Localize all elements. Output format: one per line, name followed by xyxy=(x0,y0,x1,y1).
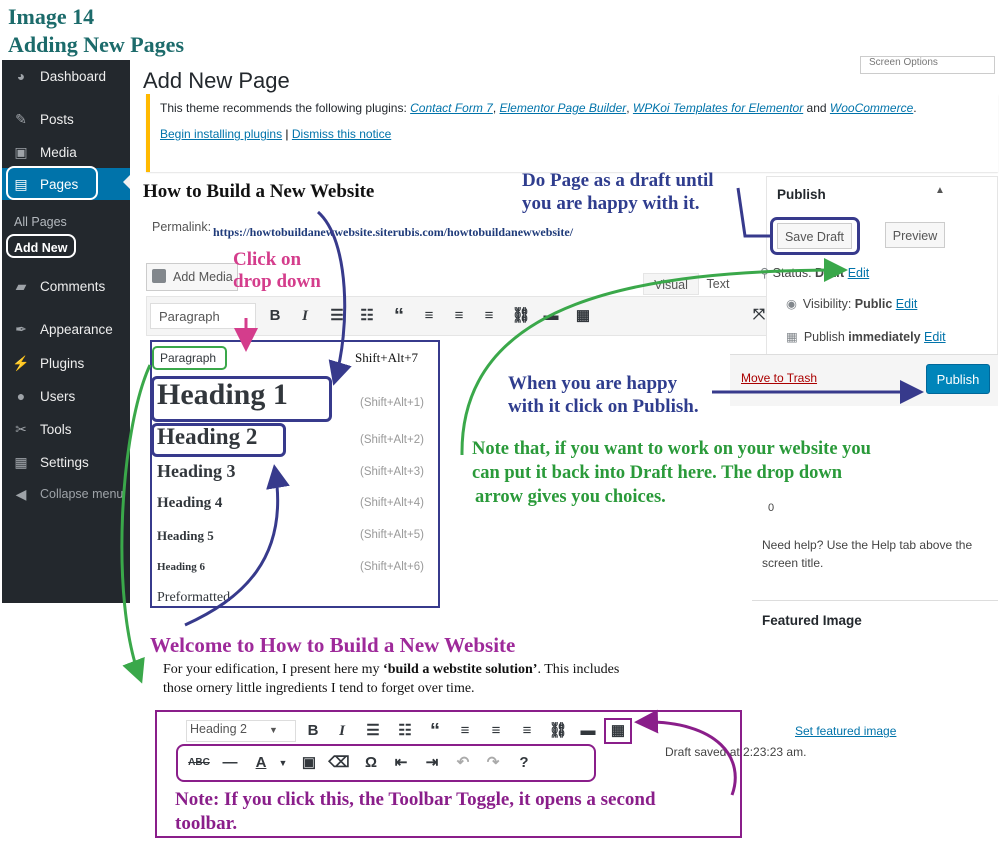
arrow-to-status-edit xyxy=(460,258,848,456)
arrow-to-heading-1 xyxy=(316,210,352,386)
arrow-to-toolbar-toggle xyxy=(634,709,737,796)
arrow-to-heading-2 xyxy=(184,464,290,627)
arrow-to-paragraph-content xyxy=(120,364,152,684)
annotation-arrows xyxy=(120,187,924,796)
arrow-to-save-draft xyxy=(736,187,770,238)
